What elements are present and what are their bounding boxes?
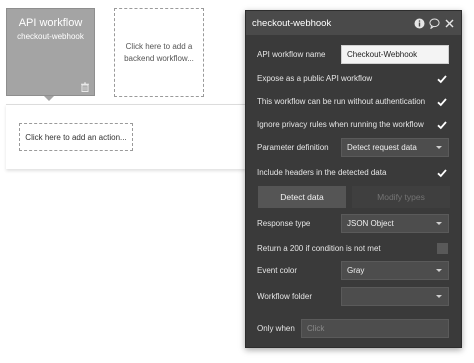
panel-header: checkout-webhook [246,11,461,35]
close-icon[interactable] [444,18,455,29]
expose-public-label: Expose as a public API workflow [257,74,373,83]
checkmark-icon[interactable] [436,73,448,85]
api-workflow-card[interactable]: API workflow checkout-webhook [6,8,95,96]
workflow-card-subtitle: checkout-webhook [17,32,84,41]
event-color-label: Event color [257,266,298,275]
api-workflow-name-input[interactable]: Checkout-Webhook [341,45,449,64]
modify-types-button[interactable]: Modify types [352,186,450,208]
include-headers-label: Include headers in the detected data [257,168,387,177]
chevron-down-icon [436,295,442,298]
only-when-placeholder: Click [307,324,325,333]
chevron-down-icon [436,222,442,225]
parameter-definition-value: Detect request data [347,143,417,152]
api-workflow-name-value: Checkout-Webhook [347,50,418,59]
without-auth-label: This workflow can be run without authent… [257,97,426,106]
api-workflow-name-label: API workflow name [257,50,326,59]
parameter-definition-dropdown[interactable]: Detect request data [341,138,449,157]
response-type-dropdown[interactable]: JSON Object [341,214,449,233]
response-type-label: Response type [257,219,311,228]
comment-icon[interactable] [429,18,440,29]
ignore-privacy-label: Ignore privacy rules when running the wo… [257,120,424,129]
return-200-label: Return a 200 if condition is not met [257,244,381,253]
detect-data-button[interactable]: Detect data [258,186,346,208]
add-backend-workflow-placeholder[interactable]: Click here to add a backend workflow... [114,8,204,97]
only-when-label: Only when [257,324,295,333]
chevron-down-icon [436,146,442,149]
event-color-value: Gray [347,266,365,275]
workflow-card-title: API workflow [18,17,83,29]
checkmark-icon[interactable] [436,167,448,179]
return-200-checkbox[interactable] [437,243,448,254]
workflow-connector-arrow [44,96,54,101]
parameter-definition-label: Parameter definition [257,143,329,152]
only-when-condition-input[interactable]: Click [301,319,449,338]
add-action-placeholder[interactable]: Click here to add an action... [19,123,133,151]
chevron-down-icon [436,269,442,272]
panel-title: checkout-webhook [252,17,332,29]
info-icon[interactable] [414,18,425,29]
event-color-dropdown[interactable]: Gray [341,261,449,280]
checkmark-icon[interactable] [436,119,448,131]
workflow-folder-dropdown[interactable] [341,287,449,306]
response-type-value: JSON Object [347,219,394,228]
trash-icon[interactable] [80,82,90,92]
checkmark-icon[interactable] [436,96,448,108]
workflow-folder-label: Workflow folder [257,292,312,301]
property-editor-panel: checkout-webhook API workflow name Check… [245,10,462,348]
